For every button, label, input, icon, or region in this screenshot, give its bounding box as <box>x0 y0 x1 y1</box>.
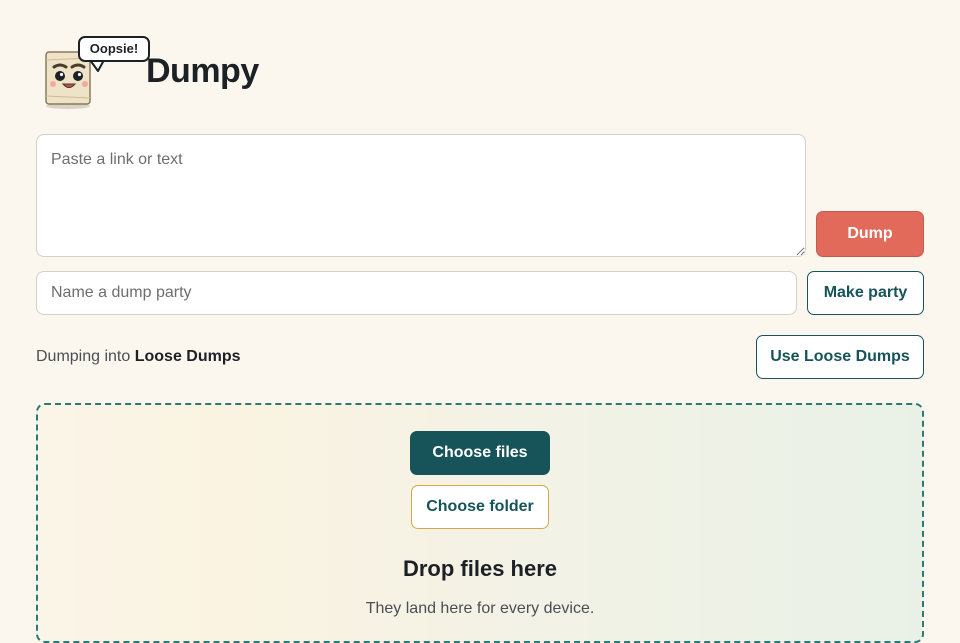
link-text-input[interactable] <box>36 134 806 257</box>
app-title: Dumpy <box>146 52 259 90</box>
choose-files-button[interactable]: Choose files <box>410 431 550 475</box>
mascot-speech-bubble: Oopsie! <box>78 36 150 62</box>
choose-folder-button[interactable]: Choose folder <box>411 485 549 529</box>
dump-target-prefix: Dumping into <box>36 348 131 365</box>
dump-target-status: Dumping into Loose Dumps <box>36 348 241 366</box>
file-dropzone[interactable]: Choose files Choose folder Drop files he… <box>36 403 924 643</box>
dropzone-subtitle: They land here for every device. <box>365 600 595 617</box>
dump-target-name: Loose Dumps <box>134 348 241 365</box>
use-loose-dumps-button[interactable]: Use Loose Dumps <box>756 335 924 379</box>
party-name-input[interactable] <box>36 271 797 315</box>
make-party-button[interactable]: Make party <box>807 271 924 315</box>
dump-button[interactable]: Dump <box>816 211 924 257</box>
app-header: Oopsie! Dumpy <box>36 34 336 110</box>
dropzone-title: Drop files here <box>402 556 558 581</box>
